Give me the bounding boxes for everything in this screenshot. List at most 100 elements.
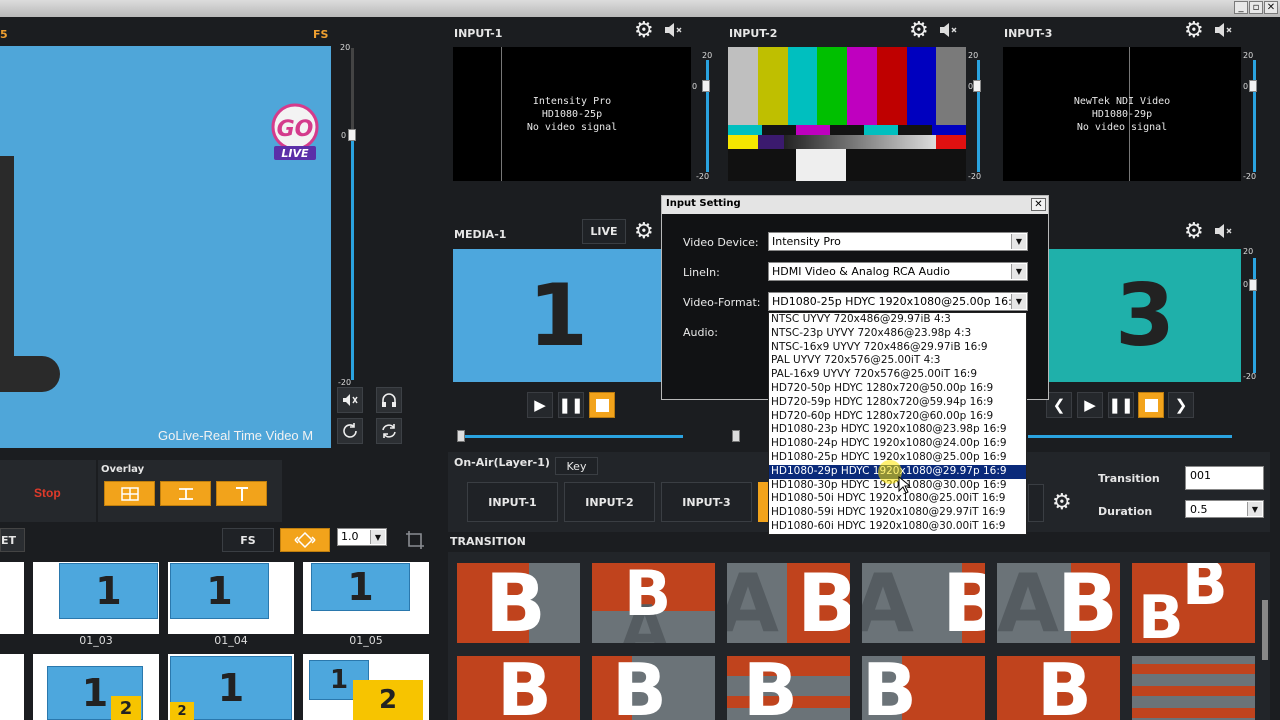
media-thumb-01-04[interactable]: 1 (168, 562, 294, 634)
media-list-mode-button[interactable] (280, 528, 330, 552)
transition-tile-3[interactable]: A B (727, 563, 850, 643)
input2-mute-icon[interactable] (939, 22, 959, 38)
video-format-option[interactable]: HD720-59p HDYC 1280x720@59.94p 16:9 (769, 396, 1026, 410)
media1-preview[interactable]: 1 (453, 249, 663, 382)
transition-tile-5[interactable]: A B (997, 563, 1120, 643)
fullscreen-label[interactable]: FS (313, 28, 328, 41)
diamond-arrows-icon (294, 532, 316, 548)
dialog-close-button[interactable]: ✕ (1031, 198, 1046, 211)
video-format-option[interactable]: NTSC-23p UYVY 720x486@23.98p 4:3 (769, 327, 1026, 341)
live-button[interactable]: LIVE (582, 219, 626, 244)
onair-input1-button[interactable]: INPUT-1 (467, 482, 558, 522)
media3-stop-button[interactable] (1138, 392, 1164, 418)
media3-play-button[interactable]: ▶ (1077, 392, 1103, 418)
close-window-button[interactable]: ✕ (1264, 1, 1278, 14)
input3-mute-icon[interactable] (1214, 22, 1234, 38)
overlay-resize-button[interactable] (160, 481, 211, 506)
preview-caption: GoLive-Real Time Video M (158, 428, 314, 443)
media-thumb-02-01[interactable] (0, 654, 24, 720)
media3-pause-button[interactable]: ❚❚ (1108, 392, 1134, 418)
input3-preview[interactable]: NewTek NDI Video HD1080-29p No video sig… (1003, 47, 1241, 181)
video-format-option[interactable]: HD720-50p HDYC 1280x720@50.00p 16:9 (769, 382, 1026, 396)
media-thumb-01-02[interactable] (0, 562, 24, 634)
media-thumb-02-02[interactable]: 1 2 (33, 654, 159, 720)
duration-select[interactable]: 0.5 ▼ (1185, 500, 1264, 518)
video-format-option[interactable]: PAL-16x9 UYVY 720x576@25.00iT 16:9 (769, 368, 1026, 382)
program-preview[interactable]: GO LIVE GoLive-Real Time Video M (0, 46, 331, 448)
video-format-option[interactable]: NTSC-16x9 UYVY 720x486@29.97iB 16:9 (769, 341, 1026, 355)
transition-tile-7[interactable]: B (457, 656, 580, 720)
media1-play-button[interactable]: ▶ (527, 392, 553, 418)
input3-volume-knob[interactable] (1249, 80, 1257, 92)
transition-tile-10[interactable]: B (862, 656, 985, 720)
transition-tile-8[interactable]: B (592, 656, 715, 720)
crop-icon[interactable] (405, 530, 425, 550)
onair-settings-icon[interactable]: ⚙ (1052, 491, 1072, 513)
transition-tile-9[interactable]: B (727, 656, 850, 720)
zoom-select[interactable]: 1.0 ▼ (337, 528, 387, 546)
media1-progress[interactable] (459, 435, 683, 438)
video-format-option[interactable]: HD1080-50i HDYC 1920x1080@25.00iT 16:9 (769, 492, 1026, 506)
media-thumb-02-04[interactable]: 1 2 (303, 654, 429, 720)
overlay-text-button[interactable] (216, 481, 267, 506)
transition-tile-2[interactable]: A B (592, 563, 715, 643)
key-button[interactable]: Key (555, 457, 598, 475)
input3-settings-icon[interactable]: ⚙ (1184, 19, 1204, 41)
video-format-option[interactable]: HD1080-59i HDYC 1920x1080@29.97iT 16:9 (769, 506, 1026, 520)
video-format-option[interactable]: HD1080-23p HDYC 1920x1080@23.98p 16:9 (769, 423, 1026, 437)
maximize-button[interactable]: ▫ (1249, 1, 1263, 14)
input2-volume-knob[interactable] (973, 80, 981, 92)
onair-extra-button[interactable] (1028, 484, 1044, 522)
linein-select[interactable]: HDMI Video & Analog RCA Audio ▼ (768, 262, 1028, 281)
refresh-button[interactable] (337, 418, 363, 444)
media3-preview[interactable]: 3 (1049, 249, 1241, 382)
media2-progress-knob[interactable] (732, 430, 740, 442)
input1-preview[interactable]: Intensity Pro HD1080-25p No video signal (453, 47, 691, 181)
media3-volume-knob[interactable] (1249, 279, 1257, 291)
onair-input3-button[interactable]: INPUT-3 (661, 482, 752, 522)
video-format-option[interactable]: PAL UYVY 720x576@25.00iT 4:3 (769, 354, 1026, 368)
video-format-select[interactable]: HD1080-25p HDYC 1920x1080@25.00p 16:9 ▼ (768, 292, 1028, 311)
input1-mute-icon[interactable] (664, 22, 684, 38)
video-format-option[interactable]: HD1080-60i HDYC 1920x1080@30.00iT 16:9 (769, 520, 1026, 534)
input1-device: Intensity Pro (532, 96, 612, 107)
transition-tile-11[interactable]: B (997, 656, 1120, 720)
transition-tile-4[interactable]: A B (862, 563, 985, 643)
media-list-fs-button[interactable]: FS (222, 528, 274, 552)
input1-settings-icon[interactable]: ⚙ (634, 19, 654, 41)
media3-next-button[interactable]: ❯ (1168, 392, 1194, 418)
input1-volume-knob[interactable] (702, 80, 710, 92)
transition-letter: A (862, 563, 914, 643)
transition-scrollbar[interactable] (1262, 600, 1268, 660)
media3-progress[interactable] (1028, 435, 1232, 438)
media1-settings-icon[interactable]: ⚙ (634, 220, 654, 242)
input2-settings-icon[interactable]: ⚙ (909, 19, 929, 41)
transition-tile-12[interactable] (1132, 656, 1255, 720)
stop-button[interactable]: Stop (34, 486, 61, 500)
media-thumb-01-05[interactable]: 1 (303, 562, 429, 634)
media1-pause-button[interactable]: ❚❚ (558, 392, 584, 418)
headphones-button[interactable] (376, 387, 402, 413)
preview-volume-knob[interactable] (348, 129, 356, 141)
video-format-option[interactable]: HD720-60p HDYC 1280x720@60.00p 16:9 (769, 410, 1026, 424)
transition-input[interactable]: 001 (1185, 466, 1264, 490)
media3-mute-icon[interactable] (1214, 223, 1234, 239)
onair-input2-button[interactable]: INPUT-2 (564, 482, 655, 522)
transition-tile-6[interactable]: B B (1132, 563, 1255, 643)
media1-stop-button[interactable] (589, 392, 615, 418)
input2-color-bars[interactable] (728, 47, 966, 181)
media-thumb-01-03[interactable]: 1 (33, 562, 159, 634)
video-format-option[interactable]: HD1080-24p HDYC 1920x1080@24.00p 16:9 (769, 437, 1026, 451)
sync-button[interactable] (376, 418, 402, 444)
media3-prev-button[interactable]: ❮ (1046, 392, 1072, 418)
video-format-dropdown-list[interactable]: NTSC UYVY 720x486@29.97iB 4:3 NTSC-23p UY… (768, 312, 1027, 535)
media-thumb-02-03[interactable]: 1 2 (168, 654, 294, 720)
transition-tile-1[interactable]: B (457, 563, 580, 643)
video-format-option[interactable]: NTSC UYVY 720x486@29.97iB 4:3 (769, 313, 1026, 327)
overlay-window-button[interactable] (104, 481, 155, 506)
video-device-select[interactable]: Intensity Pro ▼ (768, 232, 1028, 251)
mute-button[interactable] (337, 387, 363, 413)
media3-settings-icon[interactable]: ⚙ (1184, 220, 1204, 242)
media1-progress-knob[interactable] (457, 430, 465, 442)
minimize-button[interactable]: _ (1234, 1, 1248, 14)
